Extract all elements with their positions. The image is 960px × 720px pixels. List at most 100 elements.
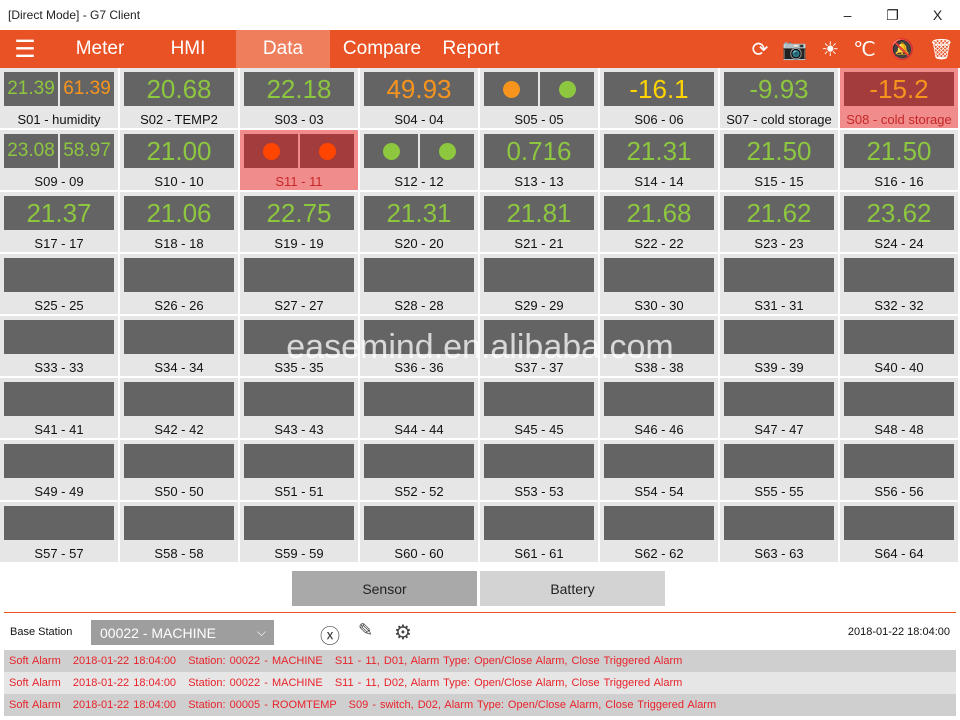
sensor-cell[interactable]: S12 - 12 — [360, 130, 480, 192]
tab-report[interactable]: Report — [434, 30, 508, 68]
sensor-cell[interactable]: 21.62 S23 - 23 — [720, 192, 840, 254]
sensor-cell[interactable]: -15.2 S08 - cold storage — [840, 68, 960, 130]
sensor-cell[interactable]: 21.39 61.39 S01 - humidity — [0, 68, 120, 130]
sensor-cell[interactable]: S64 - 64 — [840, 502, 960, 564]
restore-button[interactable]: ❐ — [870, 0, 915, 30]
sensor-cell[interactable]: S52 - 52 — [360, 440, 480, 502]
sensor-label: S34 - 34 — [154, 360, 204, 375]
settings-gear-icon[interactable]: ⚙ — [394, 620, 412, 645]
sensor-cell[interactable]: 23.08 58.97 S09 - 09 — [0, 130, 120, 192]
sensor-cell[interactable]: S30 - 30 — [600, 254, 720, 316]
cancel-icon[interactable]: ⓧ — [320, 620, 340, 649]
sensor-cell[interactable]: S11 - 11 — [240, 130, 360, 192]
sensor-cell[interactable]: S47 - 47 — [720, 378, 840, 440]
sensor-cell[interactable]: S31 - 31 — [720, 254, 840, 316]
sensor-cell[interactable]: S34 - 34 — [120, 316, 240, 378]
value-box — [4, 444, 114, 478]
camera-icon[interactable]: 📷 — [782, 37, 807, 62]
sensor-cell[interactable]: 21.31 S20 - 20 — [360, 192, 480, 254]
sensor-cell[interactable]: S26 - 26 — [120, 254, 240, 316]
mute-alarm-icon[interactable]: 🔕 — [890, 37, 915, 62]
tab-meter[interactable]: Meter — [60, 30, 140, 68]
sensor-cell[interactable]: 21.81 S21 - 21 — [480, 192, 600, 254]
sensor-cell[interactable]: 23.62 S24 - 24 — [840, 192, 960, 254]
sensor-cell[interactable]: S29 - 29 — [480, 254, 600, 316]
sensor-cell[interactable]: S40 - 40 — [840, 316, 960, 378]
sensor-cell[interactable]: 21.00 S10 - 10 — [120, 130, 240, 192]
sensor-cell[interactable]: 21.50 S15 - 15 — [720, 130, 840, 192]
tab-data[interactable]: Data — [236, 30, 330, 68]
hamburger-menu-icon[interactable]: ☰ — [0, 35, 50, 64]
sensor-cell[interactable]: S60 - 60 — [360, 502, 480, 564]
battery-button[interactable]: Battery — [480, 571, 665, 606]
sensor-label: S32 - 32 — [874, 298, 924, 313]
sensor-cell[interactable]: S57 - 57 — [0, 502, 120, 564]
sensor-cell[interactable]: S37 - 37 — [480, 316, 600, 378]
minimize-button[interactable]: – — [825, 0, 870, 30]
brightness-icon[interactable]: ☀ — [821, 37, 839, 62]
edit-icon[interactable]: ✎ — [358, 620, 373, 641]
sensor-cell[interactable]: 21.68 S22 - 22 — [600, 192, 720, 254]
sensor-cell[interactable]: S45 - 45 — [480, 378, 600, 440]
sensor-cell[interactable]: S62 - 62 — [600, 502, 720, 564]
sensor-cell[interactable]: S25 - 25 — [0, 254, 120, 316]
sensor-cell[interactable]: S51 - 51 — [240, 440, 360, 502]
sensor-label: S11 - 11 — [275, 174, 323, 189]
sensor-cell[interactable]: S32 - 32 — [840, 254, 960, 316]
sensor-cell[interactable]: 0.716 S13 - 13 — [480, 130, 600, 192]
sensor-cell[interactable]: S49 - 49 — [0, 440, 120, 502]
sensor-button[interactable]: Sensor — [292, 571, 477, 606]
sensor-value: 61.39 — [63, 78, 111, 99]
sensor-cell[interactable]: 21.37 S17 - 17 — [0, 192, 120, 254]
tab-hmi[interactable]: HMI — [140, 30, 236, 68]
sensor-cell[interactable]: S35 - 35 — [240, 316, 360, 378]
sensor-cell[interactable]: 49.93 S04 - 04 — [360, 68, 480, 130]
base-station-select[interactable]: 00022 - MACHINE ⌵ — [91, 620, 274, 645]
sensor-cell[interactable]: S44 - 44 — [360, 378, 480, 440]
clear-icon[interactable]: 🗑 — [929, 37, 954, 62]
sensor-cell[interactable]: S54 - 54 — [600, 440, 720, 502]
sensor-cell[interactable]: S42 - 42 — [120, 378, 240, 440]
sensor-cell[interactable]: -16.1 S06 - 06 — [600, 68, 720, 130]
alarm-row[interactable]: Soft Alarm 2018-01-22 18:04:00 Station: … — [4, 694, 956, 716]
sensor-cell[interactable]: S36 - 36 — [360, 316, 480, 378]
sensor-cell[interactable]: 21.50 S16 - 16 — [840, 130, 960, 192]
sensor-cell[interactable]: S39 - 39 — [720, 316, 840, 378]
sensor-cell[interactable]: S27 - 27 — [240, 254, 360, 316]
celsius-icon[interactable]: ℃ — [853, 37, 875, 62]
sync-icon[interactable]: ⟳ — [752, 37, 769, 62]
sensor-cell[interactable]: S55 - 55 — [720, 440, 840, 502]
sensor-cell[interactable]: S38 - 38 — [600, 316, 720, 378]
sensor-cell[interactable]: S50 - 50 — [120, 440, 240, 502]
status-led-icon — [318, 142, 336, 160]
sensor-cell[interactable]: -9.93 S07 - cold storage — [720, 68, 840, 130]
sensor-cell[interactable]: S48 - 48 — [840, 378, 960, 440]
value-box — [484, 72, 538, 106]
sensor-cell[interactable]: S59 - 59 — [240, 502, 360, 564]
sensor-cell[interactable]: 21.31 S14 - 14 — [600, 130, 720, 192]
sensor-cell[interactable]: S53 - 53 — [480, 440, 600, 502]
sensor-cell[interactable]: S58 - 58 — [120, 502, 240, 564]
close-button[interactable]: X — [915, 0, 960, 30]
sensor-cell[interactable]: S41 - 41 — [0, 378, 120, 440]
alarm-row[interactable]: Soft Alarm 2018-01-22 18:04:00 Station: … — [4, 650, 956, 672]
sensor-cell[interactable]: S28 - 28 — [360, 254, 480, 316]
sensor-cell[interactable]: S46 - 46 — [600, 378, 720, 440]
sensor-cell[interactable]: S33 - 33 — [0, 316, 120, 378]
sensor-cell[interactable]: S43 - 43 — [240, 378, 360, 440]
sensor-cell[interactable]: 21.06 S18 - 18 — [120, 192, 240, 254]
sensor-cell[interactable]: 22.18 S03 - 03 — [240, 68, 360, 130]
alarm-row[interactable]: Soft Alarm 2018-01-22 18:04:00 Station: … — [4, 672, 956, 694]
sensor-label: S29 - 29 — [514, 298, 564, 313]
value-box — [4, 258, 114, 292]
sensor-cell[interactable]: S05 - 05 — [480, 68, 600, 130]
base-station-label: Base Station — [10, 626, 73, 638]
sensor-value: 22.75 — [266, 197, 332, 228]
sensor-display — [244, 258, 354, 292]
sensor-cell[interactable]: S61 - 61 — [480, 502, 600, 564]
sensor-cell[interactable]: 22.75 S19 - 19 — [240, 192, 360, 254]
sensor-cell[interactable]: S56 - 56 — [840, 440, 960, 502]
sensor-cell[interactable]: S63 - 63 — [720, 502, 840, 564]
tab-compare[interactable]: Compare — [330, 30, 434, 68]
sensor-cell[interactable]: 20.68 S02 - TEMP2 — [120, 68, 240, 130]
